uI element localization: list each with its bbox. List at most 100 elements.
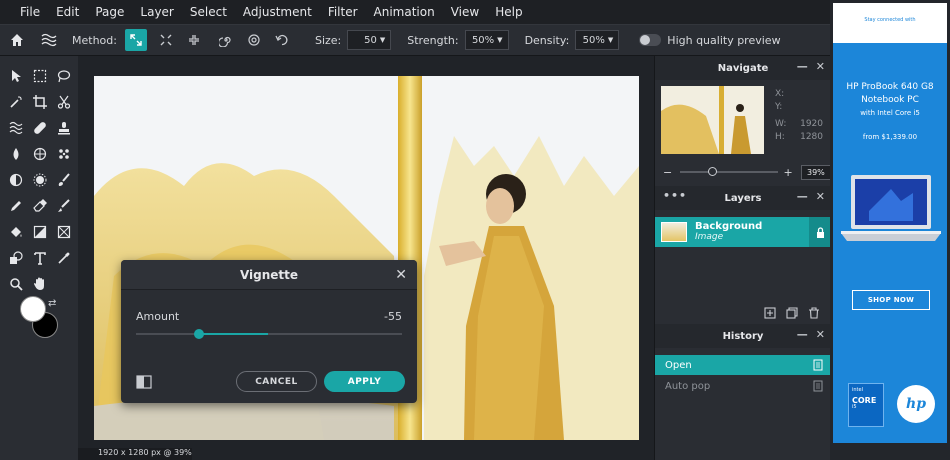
- method-expand-button[interactable]: [124, 29, 147, 51]
- ad-banner[interactable]: Stay connected with HP ProBook 640 G8 No…: [833, 3, 947, 443]
- chevron-down-icon: ▼: [497, 36, 503, 44]
- history-title: History: [722, 330, 764, 342]
- zoom-value-input[interactable]: 39%: [800, 164, 831, 180]
- menu-view[interactable]: View: [443, 0, 487, 24]
- menu-file[interactable]: File: [12, 0, 48, 24]
- menu-page[interactable]: Page: [87, 0, 132, 24]
- menu-adjustment[interactable]: Adjustment: [235, 0, 320, 24]
- move-tool-icon[interactable]: [4, 64, 28, 88]
- stamp-tool-icon[interactable]: [52, 116, 76, 140]
- strength-select[interactable]: 50% ▼: [464, 30, 509, 50]
- method-pinch-button[interactable]: [183, 29, 205, 51]
- zoom-out-icon[interactable]: −: [663, 166, 672, 179]
- marquee-tool-icon[interactable]: [28, 64, 52, 88]
- method-twirl-cw-button[interactable]: [215, 29, 237, 51]
- history-item-label: Open: [665, 359, 692, 371]
- layer-item[interactable]: Background Image: [655, 217, 831, 247]
- h-label: H:: [775, 132, 785, 142]
- close-icon[interactable]: ✕: [816, 190, 825, 203]
- intel-core-text: CORE: [852, 396, 877, 405]
- amount-slider[interactable]: [136, 329, 402, 339]
- menu-animation[interactable]: Animation: [366, 0, 443, 24]
- navigator-info: X: Y: W: 1920 H: 1280: [775, 88, 823, 144]
- amount-slider-thumb[interactable]: [194, 329, 204, 339]
- replace-color-tool-icon[interactable]: [52, 194, 76, 218]
- high-quality-preview-toggle[interactable]: [639, 34, 662, 46]
- apply-button[interactable]: APPLY: [324, 371, 405, 392]
- eraser-tool-icon[interactable]: [28, 194, 52, 218]
- size-select[interactable]: 50 ▼: [347, 30, 392, 50]
- home-icon[interactable]: [6, 29, 28, 51]
- method-twirl-ccw-button[interactable]: [243, 29, 265, 51]
- compare-icon[interactable]: [136, 374, 152, 389]
- dialog-title: Vignette: [239, 267, 299, 282]
- brush-tool-icon[interactable]: [52, 168, 76, 192]
- density-label: Density:: [524, 33, 570, 47]
- dots-tool-icon[interactable]: [52, 142, 76, 166]
- menu-select[interactable]: Select: [182, 0, 235, 24]
- duplicate-layer-icon[interactable]: [786, 304, 798, 323]
- foreground-color-swatch[interactable]: [20, 296, 46, 322]
- advertisement: Stay connected with HP ProBook 640 G8 No…: [830, 0, 950, 460]
- heal-tool-icon[interactable]: [28, 116, 52, 140]
- menu-edit[interactable]: Edit: [48, 0, 87, 24]
- more-options-icon[interactable]: •••: [663, 189, 687, 202]
- blur-tool-icon[interactable]: [4, 142, 28, 166]
- intel-badge: intel CORE i5: [848, 383, 884, 427]
- tool-palette: ⇄: [0, 56, 78, 460]
- crop-tool-icon[interactable]: [28, 90, 52, 114]
- menu-layer[interactable]: Layer: [132, 0, 181, 24]
- navigator-thumbnail[interactable]: [661, 86, 764, 154]
- method-shrink-button[interactable]: [155, 29, 177, 51]
- close-icon[interactable]: ✕: [816, 60, 825, 73]
- ad-price: from $1,339.00: [862, 133, 918, 141]
- chevron-down-icon: ▼: [607, 36, 614, 44]
- minimize-icon[interactable]: —: [797, 328, 808, 341]
- dodge-tool-icon[interactable]: [4, 168, 28, 192]
- frame-tool-icon[interactable]: [52, 220, 76, 244]
- intel-tier-text: i5: [852, 404, 857, 410]
- history-item[interactable]: Auto pop: [655, 376, 831, 396]
- add-layer-icon[interactable]: [764, 304, 776, 323]
- amount-slider-fill: [199, 333, 268, 335]
- cancel-button[interactable]: CANCEL: [236, 371, 317, 392]
- chevron-down-icon: ▼: [379, 36, 386, 44]
- minimize-icon[interactable]: —: [797, 60, 808, 73]
- dialog-header: Vignette ✕: [121, 260, 417, 290]
- ad-tagline: Stay connected with: [833, 3, 947, 43]
- w-value: 1920: [800, 119, 823, 129]
- sponge-tool-icon[interactable]: [28, 142, 52, 166]
- density-select[interactable]: 50% ▼: [575, 30, 620, 50]
- sharpen-tool-icon[interactable]: [28, 168, 52, 192]
- cut-tool-icon[interactable]: [52, 90, 76, 114]
- text-tool-icon[interactable]: [28, 246, 52, 270]
- pencil-tool-icon[interactable]: [4, 194, 28, 218]
- zoom-slider[interactable]: [680, 167, 778, 176]
- color-picker-tool-icon[interactable]: [52, 246, 76, 270]
- swap-colors-icon[interactable]: ⇄: [48, 298, 56, 309]
- fill-tool-icon[interactable]: [4, 220, 28, 244]
- liquify-tool-icon[interactable]: [4, 116, 28, 140]
- lock-icon[interactable]: [809, 217, 831, 247]
- delete-layer-icon[interactable]: [808, 304, 820, 323]
- magic-wand-tool-icon[interactable]: [4, 90, 28, 114]
- history-item[interactable]: Open: [655, 355, 831, 375]
- lasso-tool-icon[interactable]: [52, 64, 76, 88]
- intel-text: intel: [852, 387, 863, 393]
- zoom-tool-icon[interactable]: [4, 272, 28, 296]
- zoom-in-icon[interactable]: +: [784, 166, 793, 179]
- close-icon[interactable]: ✕: [395, 267, 407, 283]
- menu-filter[interactable]: Filter: [320, 0, 366, 24]
- zoom-slider-thumb[interactable]: [708, 167, 718, 176]
- method-restore-button[interactable]: [271, 29, 293, 51]
- hp-logo: hp: [897, 385, 935, 423]
- menu-help[interactable]: Help: [487, 0, 530, 24]
- shop-now-button[interactable]: SHOP NOW: [852, 290, 930, 310]
- close-icon[interactable]: ✕: [816, 328, 825, 341]
- minimize-icon[interactable]: —: [797, 190, 808, 203]
- strength-label: Strength:: [407, 33, 459, 47]
- gradient-tool-icon[interactable]: [28, 220, 52, 244]
- hand-tool-icon[interactable]: [28, 272, 52, 296]
- navigate-title: Navigate: [717, 62, 769, 74]
- shape-tool-icon[interactable]: [4, 246, 28, 270]
